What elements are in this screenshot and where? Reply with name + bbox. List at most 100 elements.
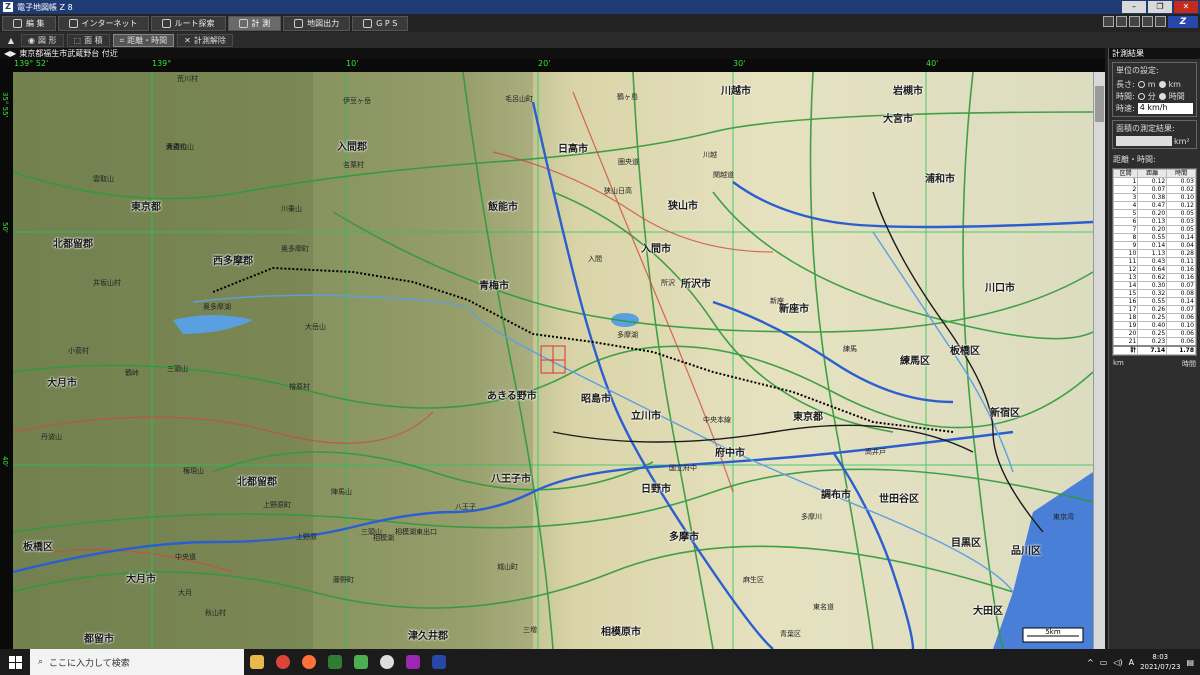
table-cell: 0.32 xyxy=(1137,289,1168,298)
volume-icon[interactable]: ◁) xyxy=(1113,658,1122,667)
length-km-radio[interactable] xyxy=(1158,80,1166,88)
place-label: 檜原村 xyxy=(289,383,310,391)
area-value-field xyxy=(1116,136,1172,146)
firefox-icon[interactable] xyxy=(296,649,322,675)
table-cell: 0.16 xyxy=(1166,273,1196,282)
minimize-button[interactable]: – xyxy=(1122,1,1146,13)
table-cell: 6 xyxy=(1112,217,1139,226)
city-label: 北都留郡 xyxy=(53,239,93,250)
table-row: 14 0.30 0.07 xyxy=(1112,281,1196,290)
time-hour-radio[interactable] xyxy=(1158,92,1166,100)
grid-icon[interactable] xyxy=(1142,16,1153,27)
clear-measure-button[interactable]: ✕ 計測解除 xyxy=(177,33,233,47)
tab-edit[interactable]: 編 集 xyxy=(2,15,56,31)
table-row: 15 0.32 0.08 xyxy=(1112,289,1196,298)
close-button[interactable]: ✕ xyxy=(1174,1,1198,13)
chrome-icon[interactable] xyxy=(270,649,296,675)
table-row: 17 0.26 0.07 xyxy=(1112,305,1196,314)
area-button[interactable]: ⬚ 面 積 xyxy=(66,33,110,47)
window-icon[interactable] xyxy=(1155,16,1166,27)
app-icon[interactable] xyxy=(348,649,374,675)
city-label: 大月市 xyxy=(126,574,156,585)
place-label: 丹波山 xyxy=(41,433,62,441)
taskbar-search[interactable]: ⌕ ここに入力して検索 xyxy=(30,649,244,675)
city-label: 津久井郡 xyxy=(408,631,448,642)
map-svg[interactable]: 5km xyxy=(13,72,1093,649)
left-coordinate-ruler: 35° 55' 50' 40' xyxy=(0,72,13,649)
nav-arrows-icon[interactable]: ◀▶ xyxy=(4,49,16,58)
place-label: 奥多摩町 xyxy=(281,245,309,253)
city-label: 大月市 xyxy=(47,378,77,389)
place-label: 藤野町 xyxy=(333,576,354,584)
time-min-radio[interactable] xyxy=(1137,92,1145,100)
table-cell: 2 xyxy=(1112,185,1139,194)
city-label: 北都留郡 xyxy=(237,477,277,488)
table-cell: 0.04 xyxy=(1166,241,1196,250)
table-cell: 0.47 xyxy=(1137,201,1168,210)
x-icon: ✕ xyxy=(184,35,191,45)
city-label: 東京都 xyxy=(793,412,823,423)
table-row: 18 0.25 0.06 xyxy=(1112,313,1196,322)
measure-toolbar: ▲ ◉ 図 形 ⬚ 面 積 ⌗ 距離・時間 ✕ 計測解除 xyxy=(0,32,1200,48)
z-map-icon[interactable] xyxy=(426,649,452,675)
table-cell: 9 xyxy=(1112,241,1139,250)
panel-title: 計測結果 xyxy=(1109,48,1200,59)
map-canvas[interactable]: 5km 川越市 岩槻市 大宮市 日高市 狭山市 入間市 所沢市 浦和市 飯能市 青梅市 入間郡 東京都… xyxy=(13,72,1093,649)
length-m-radio[interactable] xyxy=(1137,80,1145,88)
table-cell: 0.07 xyxy=(1137,185,1168,194)
place-label: 入間 xyxy=(588,255,602,263)
ime-indicator[interactable]: A xyxy=(1129,658,1134,667)
tab-gps[interactable]: G P S xyxy=(352,15,409,31)
tab-measure[interactable]: 計 測 xyxy=(227,15,282,31)
table-cell: 17 xyxy=(1112,305,1139,314)
total-cell: 7.14 xyxy=(1137,345,1168,355)
table-row: 10 1.13 0.28 xyxy=(1112,249,1196,258)
table-row: 5 0.20 0.05 xyxy=(1112,209,1196,218)
tab-map-output[interactable]: 地図出力 xyxy=(283,15,351,31)
city-label: 昭島市 xyxy=(581,394,611,405)
maximize-button[interactable]: ❐ xyxy=(1148,1,1172,13)
table-row: 13 0.62 0.16 xyxy=(1112,273,1196,282)
table-cell: 1 xyxy=(1112,177,1139,186)
notification-icon[interactable]: ▤ xyxy=(1186,658,1194,667)
place-label: 多摩川 xyxy=(801,513,822,521)
place-label: 大月 xyxy=(178,589,192,597)
map-scrollbar[interactable] xyxy=(1093,72,1105,649)
collapse-icon[interactable]: ▲ xyxy=(4,34,18,47)
table-cell: 0.05 xyxy=(1166,209,1196,218)
place-label: 練馬 xyxy=(843,345,857,353)
city-label: 目黒区 xyxy=(951,538,981,549)
help-icon[interactable] xyxy=(1103,16,1114,27)
media-icon[interactable] xyxy=(374,649,400,675)
table-cell: 13 xyxy=(1112,273,1139,282)
table-row: 4 0.47 0.12 xyxy=(1112,201,1196,210)
coord-tick: 40' xyxy=(926,59,939,68)
table-cell: 1.13 xyxy=(1137,249,1168,258)
table-cell: 16 xyxy=(1112,297,1139,306)
speed-select[interactable]: 4 km/h xyxy=(1137,102,1193,114)
layout-icon[interactable] xyxy=(1129,16,1140,27)
file-explorer-icon[interactable] xyxy=(244,649,270,675)
city-label: 練馬区 xyxy=(900,356,930,367)
tab-route[interactable]: ルート探索 xyxy=(150,15,226,31)
tab-internet[interactable]: インターネット xyxy=(57,15,149,31)
distance-time-button[interactable]: ⌗ 距離・時間 xyxy=(112,33,175,47)
figure-button[interactable]: ◉ 図 形 xyxy=(21,33,64,47)
network-icon[interactable]: ▭ xyxy=(1100,658,1108,667)
start-button[interactable] xyxy=(0,649,30,675)
place-label: 大岳山 xyxy=(305,323,326,331)
col-header: 区間 xyxy=(1112,169,1139,178)
city-label: 調布市 xyxy=(821,490,851,501)
doc-icon[interactable] xyxy=(1116,16,1127,27)
table-cell: 0.12 xyxy=(1137,177,1168,186)
col-header: 距離 xyxy=(1137,169,1168,178)
app-icon[interactable] xyxy=(400,649,426,675)
tray-chevron-icon[interactable]: ^ xyxy=(1087,658,1094,667)
place-label: 秋山村 xyxy=(205,609,226,617)
app-icon[interactable] xyxy=(322,649,348,675)
clock[interactable]: 8:03 2021/07/23 xyxy=(1140,652,1180,672)
place-label: 多摩湖 xyxy=(617,331,638,339)
table-cell: 0.06 xyxy=(1166,329,1196,338)
scroll-thumb[interactable] xyxy=(1095,86,1104,122)
edit-icon xyxy=(13,18,22,28)
